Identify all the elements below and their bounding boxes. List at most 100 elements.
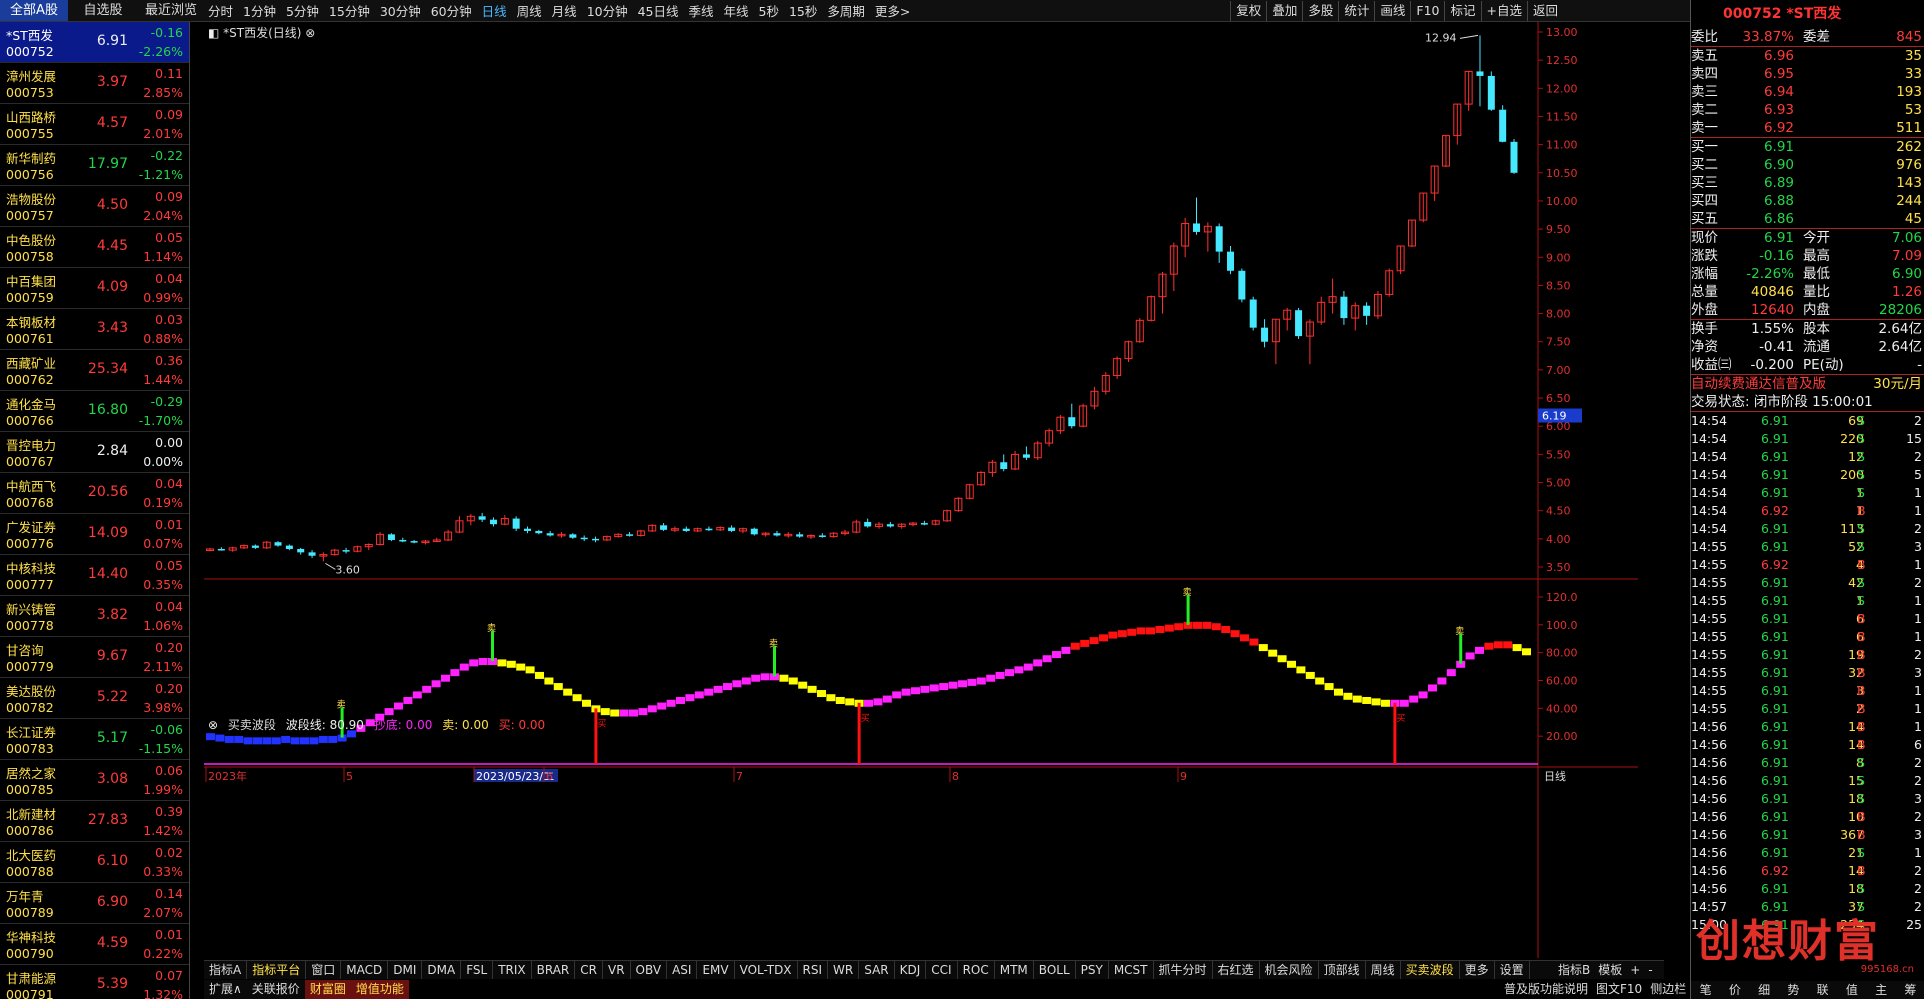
indicator-tab[interactable]: DMA (422, 961, 462, 979)
period-tab[interactable]: 5分钟 (281, 1, 324, 20)
period-tab[interactable]: 30分钟 (375, 1, 426, 20)
indicator-tab[interactable]: FSL (461, 961, 494, 979)
period-tab[interactable]: 年线 (719, 1, 754, 20)
extension-tab[interactable]: 扩展∧ (204, 980, 247, 999)
chart-tool-button[interactable]: 统计 (1338, 1, 1374, 21)
extension-tab[interactable]: 增值功能 (350, 980, 409, 999)
indicator-tab[interactable]: MCST (1109, 961, 1154, 979)
quote-tab[interactable]: 价 (1720, 981, 1749, 999)
indicator-tab[interactable]: 抓牛分时 (1154, 961, 1213, 979)
indicator-tab[interactable]: EMV (697, 961, 735, 979)
indicator-tab[interactable]: SAR (859, 961, 895, 979)
indicator-tab[interactable]: CR (575, 961, 603, 979)
period-tab[interactable]: 多周期 (822, 1, 870, 20)
promo-price[interactable]: 30元/月 (1873, 375, 1922, 393)
indicator-tab[interactable]: MACD (341, 961, 389, 979)
quote-tab[interactable]: 细 (1750, 981, 1779, 999)
extension-tab[interactable]: 关联报价 (247, 980, 305, 999)
period-tab[interactable]: 月线 (547, 1, 582, 20)
stock-list-row[interactable]: 北大医药 000788 6.10 0.02 0.33% (0, 842, 189, 883)
promo-text[interactable]: 自动续费通达信普及版 (1691, 375, 1826, 393)
stock-list-row[interactable]: 甘肃能源 000791 5.39 0.07 1.32% (0, 965, 189, 999)
indicator-tab[interactable]: 机会风险 (1260, 961, 1319, 979)
indicator-tab[interactable]: 右红选 (1213, 961, 1260, 979)
period-tab[interactable]: 15分钟 (324, 1, 375, 20)
stock-list-row[interactable]: 中核科技 000777 14.40 0.05 0.35% (0, 555, 189, 596)
indicator-extra-button[interactable]: + (1626, 961, 1644, 979)
stock-list-row[interactable]: 美达股份 000782 5.22 0.20 3.98% (0, 678, 189, 719)
indicator-tab[interactable]: BRAR (532, 961, 576, 979)
indicator-tab[interactable]: OBV (631, 961, 668, 979)
stock-list-row[interactable]: 广发证券 000776 14.09 0.01 0.07% (0, 514, 189, 555)
indicator-tab[interactable]: BOLL (1034, 961, 1076, 979)
period-tab[interactable]: 60分钟 (426, 1, 477, 20)
indicator-tab[interactable]: 更多 (1460, 961, 1495, 979)
chart-tool-button[interactable]: 画线 (1374, 1, 1410, 21)
period-tab[interactable]: 15秒 (784, 1, 822, 20)
chart-tool-button[interactable]: 返回 (1526, 1, 1563, 21)
stock-list-row[interactable]: 新兴铸管 000778 3.82 0.04 1.06% (0, 596, 189, 637)
indicator-tab[interactable]: 指标A (204, 961, 248, 979)
chart-tool-button[interactable]: 复权 (1230, 1, 1266, 21)
kline-chart[interactable]: 13.00 12.50 12.00 11.50 11.00 10.50 10.00 9.50 9… (204, 22, 1638, 964)
period-tab[interactable]: 5秒 (754, 1, 784, 20)
stock-list-row[interactable]: 甘咨询 000779 9.67 0.20 2.11% (0, 637, 189, 678)
stock-list-row[interactable]: 新华制药 000756 17.97 -0.22 -1.21% (0, 145, 189, 186)
indicator-extra-button[interactable]: - (1644, 961, 1656, 979)
indicator-tab[interactable]: 设置 (1495, 961, 1530, 979)
stock-list-row[interactable]: 华神科技 000790 4.59 0.01 0.22% (0, 924, 189, 965)
stock-list-row[interactable]: 西藏矿业 000762 25.34 0.36 1.44% (0, 350, 189, 391)
period-tab[interactable]: 10分钟 (582, 1, 633, 20)
bottom-link[interactable]: 普及版功能说明 (1500, 980, 1592, 999)
indicator-tab[interactable]: 指标平台 (247, 961, 307, 979)
stock-list-row[interactable]: *ST西发 000752 6.91 -0.16 -2.26% (0, 22, 189, 63)
indicator-tab[interactable]: PSY (1076, 961, 1109, 979)
indicator-tab[interactable]: CCI (926, 961, 958, 979)
indicator-extra-button[interactable]: 指标B (1554, 961, 1594, 979)
category-tab[interactable]: 最近浏览 (138, 0, 204, 21)
indicator-tab[interactable]: TRIX (493, 961, 532, 979)
period-tab[interactable]: 季线 (684, 1, 719, 20)
indicator-tab[interactable]: 窗口 (306, 961, 342, 979)
indicator-tab[interactable]: RSI (798, 961, 829, 979)
stock-list-row[interactable]: 万年青 000789 6.90 0.14 2.07% (0, 883, 189, 924)
chart-tool-button[interactable]: 多股 (1302, 1, 1338, 21)
extension-tab[interactable]: 财富圈 (304, 980, 351, 999)
indicator-tab[interactable]: VOL-TDX (735, 961, 798, 979)
indicator-tab[interactable]: KDJ (895, 961, 927, 979)
indicator-tab[interactable]: WR (828, 961, 860, 979)
quote-tab[interactable]: 联 (1808, 981, 1837, 999)
promo-row[interactable]: 自动续费通达信普及版 30元/月 (1691, 375, 1924, 393)
category-tab[interactable]: 自选股 (70, 0, 136, 21)
chart-tool-button[interactable]: 叠加 (1266, 1, 1302, 21)
stock-list-row[interactable]: 中百集团 000759 4.09 0.04 0.99% (0, 268, 189, 309)
quote-tab[interactable]: 值 (1837, 981, 1866, 999)
period-tab[interactable]: 分时 (203, 1, 238, 20)
stock-list-row[interactable]: 浩物股份 000757 4.50 0.09 2.04% (0, 186, 189, 227)
stock-list-row[interactable]: 居然之家 000785 3.08 0.06 1.99% (0, 760, 189, 801)
quote-tab[interactable]: 势 (1779, 981, 1808, 999)
quote-tab[interactable]: 主 (1867, 981, 1896, 999)
indicator-tab[interactable]: ASI (667, 961, 698, 979)
stock-list-row[interactable]: 中色股份 000758 4.45 0.05 1.14% (0, 227, 189, 268)
stock-list-row[interactable]: 中航西飞 000768 20.56 0.04 0.19% (0, 473, 189, 514)
category-tab[interactable]: 全部A股 (0, 0, 68, 21)
bottom-link[interactable]: 侧边栏 (1646, 980, 1690, 999)
stock-list-row[interactable]: 晋控电力 000767 2.84 0.00 0.00% (0, 432, 189, 473)
chart-tool-button[interactable]: +自选 (1480, 1, 1527, 21)
bottom-link[interactable]: 图文F10 (1592, 980, 1646, 999)
period-tab[interactable]: 1分钟 (238, 1, 281, 20)
indicator-tab[interactable]: 周线 (1366, 961, 1401, 979)
quote-tab[interactable]: 笔 (1691, 981, 1720, 999)
indicator-tab[interactable]: VR (603, 961, 631, 979)
stock-list-row[interactable]: 通化金马 000766 16.80 -0.29 -1.70% (0, 391, 189, 432)
period-tab[interactable]: 45日线 (633, 1, 684, 20)
indicator-tab[interactable]: ROC (958, 961, 995, 979)
indicator-tab[interactable]: 顶部线 (1319, 961, 1366, 979)
chart-tool-button[interactable]: 标记 (1444, 1, 1480, 21)
stock-list-row[interactable]: 漳州发展 000753 3.97 0.11 2.85% (0, 63, 189, 104)
stock-list-row[interactable]: 山西路桥 000755 4.57 0.09 2.01% (0, 104, 189, 145)
quote-tab[interactable]: 筹 (1896, 981, 1924, 999)
stock-list-row[interactable]: 北新建材 000786 27.83 0.39 1.42% (0, 801, 189, 842)
stock-list-row[interactable]: 本钢板材 000761 3.43 0.03 0.88% (0, 309, 189, 350)
